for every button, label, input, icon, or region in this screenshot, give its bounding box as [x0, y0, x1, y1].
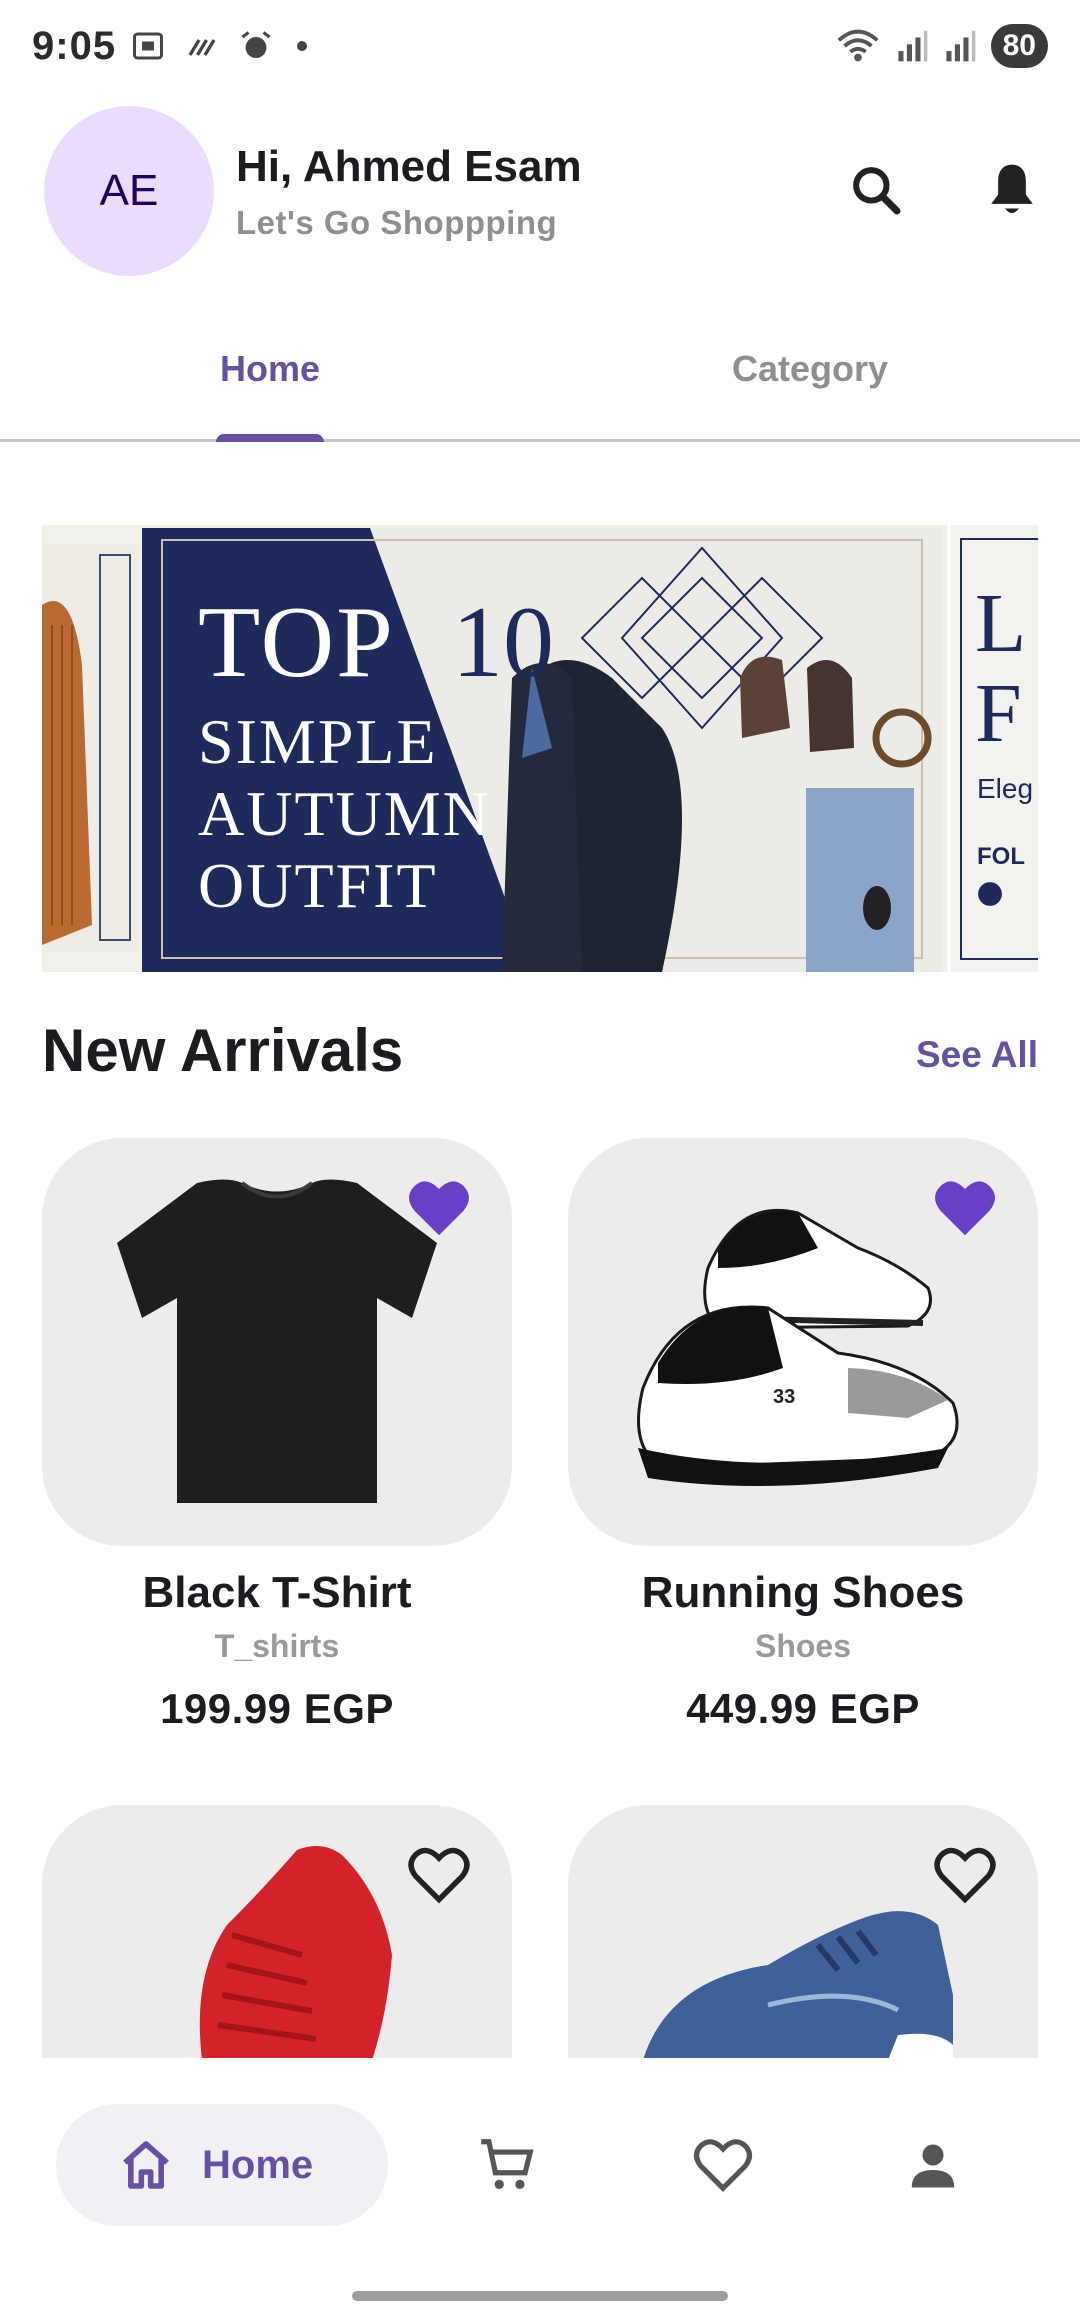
person-icon — [911, 2144, 955, 2188]
nav-home-label: Home — [202, 2142, 314, 2187]
banner-current-slide: TOP 10 SIMPLE AUTUMN OUTFIT — [142, 528, 942, 972]
nav-profile[interactable] — [898, 2130, 968, 2200]
tab-category[interactable]: Category — [540, 348, 1080, 390]
tab-bar: Home Category — [0, 300, 1080, 442]
promo-banner[interactable]: TOP 10 SIMPLE AUTUMN OUTFIT L F Eleg FOL — [42, 525, 1038, 972]
banner-line-autumn: AUTUMN — [198, 778, 491, 849]
signal-icon — [898, 30, 927, 62]
bottom-navigation: Home — [0, 2058, 1080, 2316]
favorite-outline-icon[interactable] — [932, 1845, 998, 1905]
see-all-link[interactable]: See All — [916, 1034, 1038, 1076]
banner-line-simple: SIMPLE — [198, 706, 438, 777]
product-image-container — [42, 1138, 512, 1546]
product-card[interactable] — [42, 1805, 512, 2060]
banner-headline-top: TOP — [198, 586, 395, 699]
heart-icon — [693, 2139, 753, 2192]
signal-icon — [946, 30, 975, 62]
nav-home[interactable]: Home — [56, 2104, 388, 2226]
product-category: T_shirts — [214, 1628, 340, 1664]
facebook-icon — [978, 882, 1002, 906]
wifi-icon — [837, 29, 879, 62]
cart-icon — [481, 2139, 534, 2190]
tab-home[interactable]: Home — [0, 348, 540, 390]
greeting-subtitle: Let's Go Shoppping — [236, 204, 558, 241]
product-image-container: 33 — [568, 1138, 1038, 1546]
search-button[interactable] — [836, 150, 916, 230]
favorite-filled-icon[interactable] — [406, 1178, 472, 1238]
red-sneaker-image — [199, 1846, 392, 2060]
product-card[interactable]: Black T-Shirt T_shirts 199.99 EGP — [42, 1138, 512, 1733]
product-price: 199.99 EGP — [160, 1685, 394, 1732]
svg-text:33: 33 — [773, 1386, 795, 1408]
product-card[interactable] — [568, 1805, 1038, 2060]
mute-icon — [188, 39, 216, 56]
avatar[interactable]: AE — [44, 106, 214, 276]
banner-next-slide: L F Eleg FOL — [947, 525, 1038, 972]
next-slide-follow: FOL — [977, 843, 1025, 870]
home-icon — [123, 2141, 169, 2189]
favorite-filled-icon[interactable] — [932, 1178, 998, 1238]
status-icons-left — [130, 28, 312, 64]
tab-indicator — [216, 434, 324, 442]
banner-headline-ten: 10 — [452, 586, 554, 699]
section-title: New Arrivals — [42, 1017, 404, 1084]
product-price: 449.99 EGP — [686, 1685, 920, 1732]
status-time: 9:05 — [32, 24, 117, 68]
greeting-title: Hi, Ahmed Esam — [236, 142, 582, 191]
dot-icon — [297, 41, 307, 51]
screenshot-icon — [133, 32, 163, 60]
product-name: Running Shoes — [641, 1568, 965, 1617]
banner-line-outfit: OUTFIT — [198, 850, 438, 921]
bell-icon — [991, 164, 1033, 214]
gesture-bar — [352, 2291, 728, 2301]
nav-cart[interactable] — [472, 2130, 542, 2200]
alarm-icon — [241, 31, 271, 58]
product-image-container — [42, 1805, 512, 2060]
product-name: Black T-Shirt — [142, 1568, 412, 1617]
notifications-button[interactable] — [972, 150, 1052, 230]
product-card[interactable]: 33 Running Shoes Shoes 449.99 EGP — [568, 1138, 1038, 1733]
next-slide-sub: Eleg — [977, 773, 1034, 804]
search-icon — [853, 167, 901, 215]
product-image-container — [568, 1805, 1038, 2060]
product-category: Shoes — [754, 1628, 852, 1664]
next-slide-letter-f: F — [975, 667, 1022, 760]
next-slide-letter-l: L — [975, 577, 1027, 670]
banner-prev-slide — [42, 545, 138, 952]
nav-favorites[interactable] — [688, 2130, 758, 2200]
status-icons-right: 80 — [835, 24, 1048, 68]
blue-sneaker-image — [643, 1911, 953, 2060]
status-bar: 9:05 80 — [0, 0, 1080, 96]
screen: 9:05 80 AE Hi, Ahmed Esam Let's Go Shopp… — [0, 0, 1080, 2316]
favorite-outline-icon[interactable] — [406, 1845, 472, 1905]
battery-indicator: 80 — [990, 24, 1048, 68]
